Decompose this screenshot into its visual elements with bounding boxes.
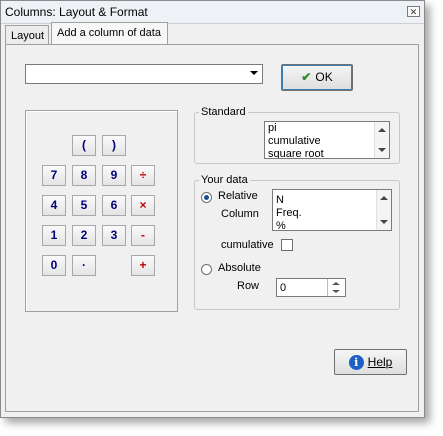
key-0[interactable]: 0 bbox=[42, 255, 66, 276]
row-value: 0 bbox=[280, 282, 287, 294]
column-list-scrollbar[interactable] bbox=[376, 190, 391, 230]
close-button[interactable]: ✕ bbox=[407, 6, 420, 17]
key-9[interactable]: 9 bbox=[102, 165, 126, 186]
help-button-label: Help bbox=[367, 355, 393, 369]
close-icon: ✕ bbox=[409, 7, 418, 17]
list-item[interactable]: cumulative bbox=[265, 135, 389, 148]
scroll-down-icon[interactable] bbox=[380, 220, 388, 224]
standard-list-scrollbar[interactable] bbox=[374, 122, 389, 158]
absolute-label: Absolute bbox=[218, 262, 261, 274]
chevron-down-icon[interactable] bbox=[250, 71, 258, 75]
check-icon: ✔ bbox=[301, 70, 312, 84]
key-1[interactable]: 1 bbox=[42, 225, 66, 246]
absolute-radio[interactable] bbox=[201, 264, 212, 275]
dialog-window: Columns: Layout & Format ✕ Layout Add a … bbox=[0, 0, 425, 418]
row-label: Row bbox=[237, 280, 260, 292]
relative-label: Relative bbox=[218, 190, 258, 202]
list-item[interactable]: % bbox=[273, 220, 391, 230]
cumulative-label: cumulative bbox=[221, 239, 274, 251]
key-4[interactable]: 4 bbox=[42, 195, 66, 216]
list-item[interactable]: pi bbox=[265, 122, 389, 135]
key-8[interactable]: 8 bbox=[72, 165, 96, 186]
key-2[interactable]: 2 bbox=[72, 225, 96, 246]
list-item[interactable]: square root bbox=[265, 148, 389, 158]
key-divide[interactable]: ÷ bbox=[131, 165, 155, 186]
key-3[interactable]: 3 bbox=[102, 225, 126, 246]
key-right-paren[interactable]: ) bbox=[102, 135, 126, 156]
your-data-group-label: Your data bbox=[199, 174, 250, 186]
key-6[interactable]: 6 bbox=[102, 195, 126, 216]
cumulative-checkbox[interactable] bbox=[281, 239, 293, 251]
key-left-paren[interactable]: ( bbox=[72, 135, 96, 156]
stepper-up-icon[interactable] bbox=[332, 282, 340, 285]
scroll-up-icon[interactable] bbox=[380, 196, 388, 200]
list-item[interactable]: N bbox=[273, 194, 391, 207]
keypad: ( ) 7 8 9 ÷ 4 5 6 × 1 2 3 - 0 · + bbox=[25, 110, 178, 312]
scroll-down-icon[interactable] bbox=[378, 148, 386, 152]
column-list[interactable]: N Freq. % bbox=[272, 189, 392, 231]
key-multiply[interactable]: × bbox=[131, 195, 155, 216]
ok-button[interactable]: ✔ OK bbox=[281, 64, 353, 91]
tab-add-column[interactable]: Add a column of data bbox=[51, 22, 168, 45]
key-add[interactable]: + bbox=[131, 255, 155, 276]
ok-button-label: OK bbox=[315, 70, 333, 84]
key-subtract[interactable]: - bbox=[131, 225, 155, 246]
relative-radio[interactable] bbox=[201, 192, 212, 203]
key-decimal[interactable]: · bbox=[72, 255, 96, 276]
standard-list[interactable]: pi cumulative square root bbox=[264, 121, 390, 159]
key-5[interactable]: 5 bbox=[72, 195, 96, 216]
tab-layout[interactable]: Layout bbox=[5, 25, 49, 45]
scroll-up-icon[interactable] bbox=[378, 128, 386, 132]
stepper-down-icon[interactable] bbox=[332, 290, 340, 293]
expression-combo[interactable] bbox=[25, 64, 263, 84]
list-item[interactable]: Freq. bbox=[273, 207, 391, 220]
column-label: Column bbox=[221, 208, 259, 220]
window-title: Columns: Layout & Format bbox=[5, 5, 148, 19]
standard-group-label: Standard bbox=[199, 106, 248, 118]
info-icon: i bbox=[348, 355, 364, 371]
help-button[interactable]: i Help bbox=[334, 349, 407, 375]
row-stepper-buttons[interactable] bbox=[327, 279, 345, 296]
key-7[interactable]: 7 bbox=[42, 165, 66, 186]
title-bar: Columns: Layout & Format ✕ bbox=[1, 1, 424, 24]
row-stepper[interactable]: 0 bbox=[276, 278, 346, 297]
